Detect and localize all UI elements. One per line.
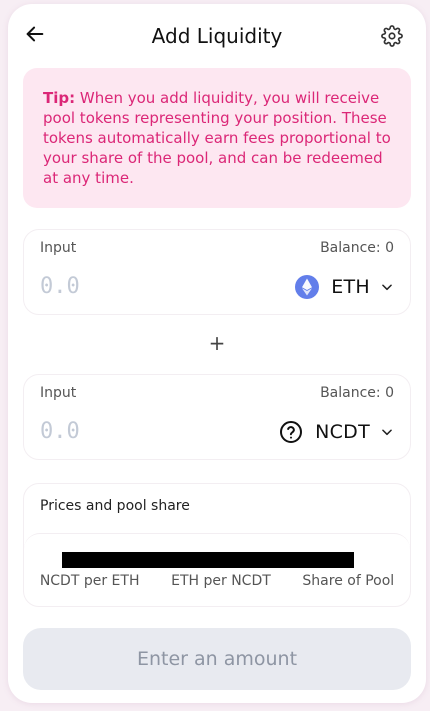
plus-icon: +	[208, 331, 226, 355]
add-liquidity-card: Add Liquidity Tip: When you add liquidit…	[8, 4, 426, 703]
ethereum-icon	[295, 275, 320, 299]
prices-values: NCDT per ETH ETH per NCDT Share of Pool	[24, 533, 410, 607]
prices-title: Prices and pool share	[40, 498, 190, 514]
input-label: Input	[40, 385, 77, 401]
price-label-eth-per-ncdt: ETH per NCDT	[171, 573, 271, 589]
page-title: Add Liquidity	[151, 24, 283, 48]
enter-amount-button[interactable]: Enter an amount	[23, 628, 411, 690]
chevron-down-icon	[382, 429, 392, 436]
tip-label: Tip:	[43, 89, 76, 107]
tip-text: When you add liquidity, you will receive…	[43, 89, 391, 187]
balance-label: Balance: 0	[320, 240, 394, 256]
input-panel-eth: Input Balance: 0 ETH	[23, 229, 411, 315]
balance-label: Balance: 0	[320, 385, 394, 401]
question-circle-icon	[279, 420, 303, 444]
header: Add Liquidity	[8, 4, 426, 66]
prices-pool-share-panel: Prices and pool share NCDT per ETH ETH p…	[23, 483, 411, 607]
gear-icon	[381, 25, 403, 47]
tip-box: Tip: When you add liquidity, you will re…	[23, 68, 411, 208]
redacted-bar	[62, 552, 354, 568]
price-labels: NCDT per ETH ETH per NCDT Share of Pool	[24, 573, 410, 589]
settings-button[interactable]	[380, 24, 404, 48]
token-select-ncdt[interactable]: NCDT	[279, 417, 394, 447]
token-name: ETH	[331, 276, 370, 298]
chevron-down-icon	[382, 284, 392, 291]
amount-input-ncdt[interactable]	[40, 415, 190, 447]
amount-input-eth[interactable]	[40, 270, 190, 302]
token-name: NCDT	[315, 421, 370, 443]
price-label-ncdt-per-eth: NCDT per ETH	[39, 573, 140, 589]
input-label: Input	[40, 240, 77, 256]
input-panel-ncdt: Input Balance: 0 NCDT	[23, 374, 411, 460]
token-select-eth[interactable]: ETH	[295, 272, 394, 302]
price-label-share-of-pool: Share of Pool	[302, 573, 395, 589]
